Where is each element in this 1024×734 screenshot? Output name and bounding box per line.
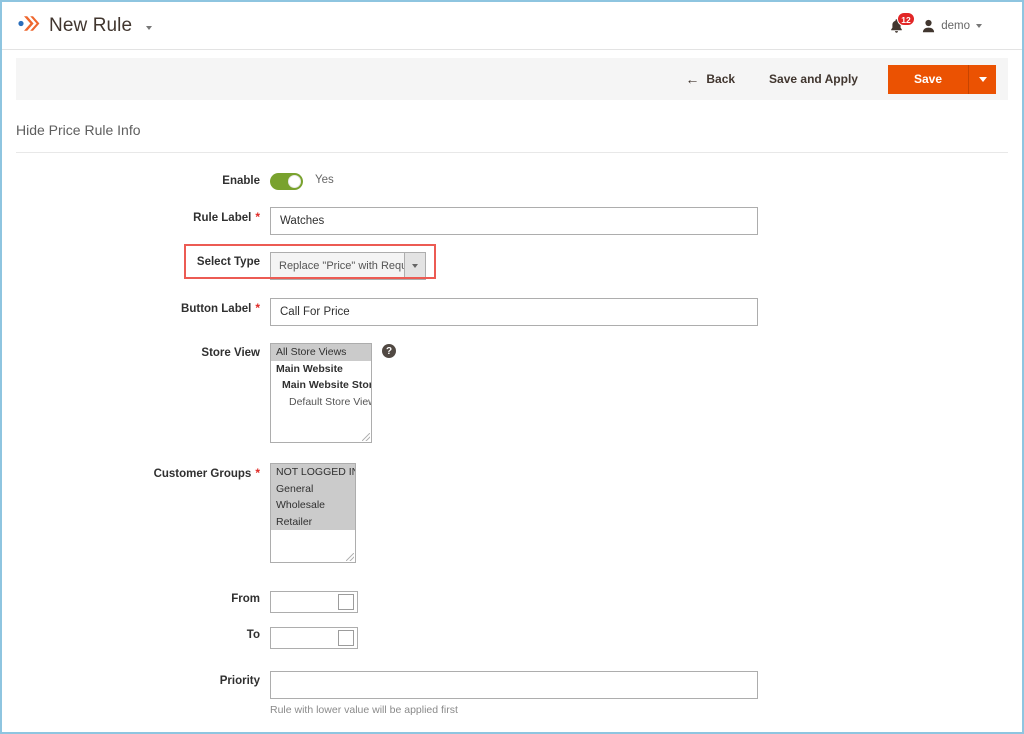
chevron-down-icon[interactable]	[976, 23, 982, 28]
resize-handle[interactable]	[346, 553, 354, 561]
save-options-dropdown-button[interactable]	[968, 64, 996, 94]
user-name-label: demo	[941, 19, 970, 32]
button-label-label: Button Label *	[181, 301, 260, 315]
list-item[interactable]: Retailer	[271, 513, 355, 530]
top-header: New Rule 12 demo	[2, 2, 1022, 50]
hide-price-rule-form: Enable Yes Rule Label * Select Type	[2, 153, 1022, 732]
save-and-apply-button[interactable]: Save and Apply	[751, 72, 876, 86]
field-row-customer-groups: Customer Groups * NOT LOGGED IN General …	[2, 463, 1022, 563]
field-row-store-view: Store View All Store Views Main Website …	[2, 343, 1022, 443]
calendar-icon[interactable]	[338, 594, 354, 610]
from-field	[260, 591, 358, 613]
priority-note: Rule with lower value will be applied fi…	[270, 704, 458, 716]
save-button[interactable]: Save	[887, 64, 968, 94]
field-row-button-label: Button Label *	[2, 298, 1022, 326]
caret-down-icon	[978, 76, 987, 82]
user-menu[interactable]: demo	[922, 19, 982, 33]
from-label: From	[231, 593, 260, 605]
calendar-icon[interactable]	[338, 630, 354, 646]
to-label: To	[246, 629, 260, 641]
notification-count-badge: 12	[897, 11, 915, 26]
logo-and-title: New Rule	[18, 14, 153, 37]
select-type-value: Replace "Price" with Request form	[279, 260, 404, 272]
priority-input[interactable]	[270, 671, 758, 699]
notifications-button[interactable]: 12	[889, 11, 915, 34]
caret-down-icon[interactable]	[404, 253, 425, 279]
back-button-label: Back	[706, 72, 736, 86]
button-label-field	[260, 298, 758, 326]
field-row-priority: Priority Rule with lower value will be a…	[2, 671, 1022, 716]
back-button[interactable]: ← Back	[669, 72, 751, 86]
page-title: New Rule	[49, 14, 133, 36]
rule-label-field	[260, 207, 758, 235]
resize-handle[interactable]	[362, 433, 370, 441]
store-view-label: Store View	[201, 347, 260, 359]
enable-field: Yes	[260, 171, 334, 190]
enable-toggle[interactable]	[270, 173, 303, 190]
priority-field: Rule with lower value will be applied fi…	[260, 671, 758, 716]
to-field	[260, 627, 358, 649]
list-item[interactable]: Wholesale	[271, 497, 355, 514]
enable-value-text: Yes	[315, 174, 334, 186]
admin-page: New Rule 12 demo ← Back Save and Apply S…	[0, 0, 1024, 734]
field-row-from: From	[2, 591, 1022, 613]
list-item[interactable]: General	[271, 480, 355, 497]
select-type-field: Replace "Price" with Request form	[260, 252, 426, 280]
to-date-wrapper	[270, 627, 358, 649]
field-row-select-type: Select Type Replace "Price" with Request…	[2, 244, 1022, 280]
toggle-knob	[288, 175, 301, 188]
field-row-to: To	[2, 627, 1022, 649]
list-item[interactable]: Main Website	[271, 361, 371, 378]
question-mark-icon[interactable]: ?	[382, 344, 396, 358]
list-item[interactable]: Main Website Store	[271, 377, 371, 394]
select-type-label: Select Type	[196, 256, 260, 268]
page-actions-toolbar: ← Back Save and Apply Save	[16, 58, 1008, 100]
field-row-enable: Enable Yes	[2, 171, 1022, 190]
store-view-listbox[interactable]: All Store Views Main Website Main Websit…	[270, 343, 372, 443]
section-title: Hide Price Rule Info	[16, 122, 1008, 153]
save-split-button: Save	[887, 64, 996, 94]
priority-label: Priority	[219, 675, 260, 687]
button-label-input[interactable]	[270, 298, 758, 326]
user-icon	[923, 19, 935, 32]
enable-label: Enable	[222, 175, 260, 187]
list-item[interactable]: NOT LOGGED IN	[271, 464, 355, 481]
magento-chevron-logo-icon[interactable]	[18, 15, 40, 37]
from-date-wrapper	[270, 591, 358, 613]
header-actions: 12 demo	[889, 11, 1008, 34]
arrow-left-icon: ←	[685, 71, 700, 87]
chevron-down-icon[interactable]	[146, 25, 153, 30]
rule-label-label: Rule Label *	[193, 210, 260, 224]
rule-label-input[interactable]	[270, 207, 758, 235]
customer-groups-label: Customer Groups *	[153, 466, 260, 480]
list-item[interactable]: Default Store View	[271, 394, 371, 411]
customer-groups-field: NOT LOGGED IN General Wholesale Retailer	[260, 463, 356, 563]
store-view-field: All Store Views Main Website Main Websit…	[260, 343, 396, 443]
list-item[interactable]: All Store Views	[271, 344, 371, 361]
select-type-dropdown[interactable]: Replace "Price" with Request form	[270, 252, 426, 280]
field-row-rule-label: Rule Label *	[2, 207, 1022, 235]
customer-groups-listbox[interactable]: NOT LOGGED IN General Wholesale Retailer	[270, 463, 356, 563]
